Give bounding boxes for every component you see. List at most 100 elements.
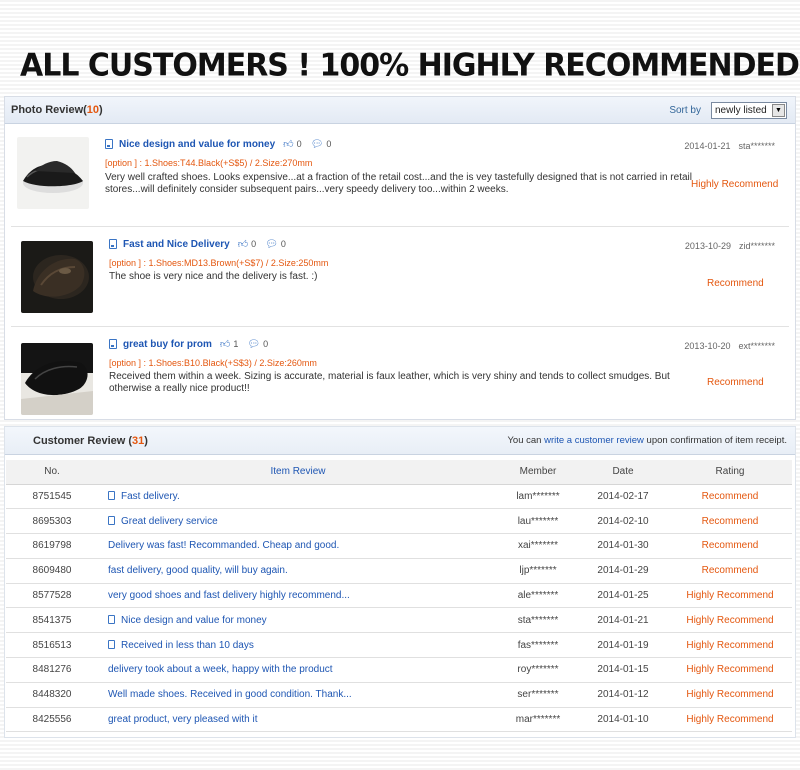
member-name: lam******* (498, 484, 578, 510)
comment-icon[interactable]: 💬︎ (311, 139, 324, 150)
review-photo[interactable] (21, 343, 93, 415)
review-date: 2014-02-10 (578, 508, 668, 535)
sort-select[interactable]: newly listed ▼ (711, 102, 787, 119)
item-review-link[interactable]: great product, very pleased with it (108, 714, 258, 725)
review-date: 2014-01-19 (578, 632, 668, 659)
member-name: sta******* (498, 607, 578, 634)
review-number: 8541375 (6, 607, 98, 634)
comment-icon[interactable]: 💬︎ (265, 239, 278, 250)
customer-review-table: No. Item Review Member Date Rating 87515… (6, 460, 792, 733)
review-book-icon (109, 239, 117, 249)
item-review-link[interactable]: fast delivery, good quality, will buy ag… (108, 565, 288, 576)
col-header-no: No. (6, 460, 98, 485)
table-row: 8577528 very good shoes and fast delivery… (6, 583, 792, 609)
item-review-link[interactable]: Delivery was fast! Recommanded. Cheap an… (108, 540, 339, 551)
col-header-date: Date (578, 460, 668, 485)
review-date: 2014-01-21 (578, 607, 668, 634)
item-review-link[interactable]: Received in less than 10 days (121, 640, 254, 651)
member-name: xai******* (498, 533, 578, 559)
review-title[interactable]: great buy for prom (123, 339, 212, 350)
review-text: Very well crafted shoes. Looks expensive… (105, 172, 692, 195)
comment-icon[interactable]: 💬︎ (247, 339, 260, 350)
table-row: 8425556 great product, very pleased with … (6, 707, 792, 733)
review-rating: Highly Recommend (668, 632, 792, 659)
review-date: 2014-01-29 (578, 558, 668, 584)
photo-review-item: Fast and Nice Delivery 👍︎ 0 💬︎ 0 [option… (5, 225, 795, 321)
review-date-member: 2014-01-21 sta******* (684, 141, 775, 151)
review-book-icon (108, 490, 115, 500)
item-review-link[interactable]: Fast delivery. (121, 491, 180, 502)
member-name: ljp******* (498, 558, 578, 584)
review-rating: Highly Recommend (668, 657, 792, 683)
member-name: lau******* (498, 508, 578, 535)
review-title[interactable]: Fast and Nice Delivery (123, 239, 230, 250)
comment-count: 0 (280, 239, 286, 249)
review-book-icon (108, 639, 115, 649)
review-rating: Recommend (668, 558, 792, 584)
review-option: [option ] : 1.Shoes:B10.Black(+S$3) / 2.… (109, 358, 317, 368)
item-review-link[interactable]: Well made shoes. Received in good condit… (108, 689, 352, 700)
review-number: 8481276 (6, 657, 98, 683)
review-number: 8695303 (6, 508, 98, 535)
table-row: 8609480 fast delivery, good quality, will… (6, 558, 792, 584)
table-row: 8541375 Nice design and value for money st… (6, 607, 792, 634)
promo-banner: ALL CUSTOMERS ! 100% HIGHLY RECOMMENDED (0, 40, 800, 92)
review-rating: Recommend (707, 377, 764, 388)
item-review-cell: Received in less than 10 days (98, 632, 498, 659)
photo-review-header: Photo Review(10) Sort by newly listed ▼ (5, 97, 795, 124)
review-number: 8425556 (6, 707, 98, 733)
thumbs-up-icon[interactable]: 👍︎ (220, 338, 230, 350)
photo-review-item: great buy for prom 👍︎ 1 💬︎ 0 [option ] :… (5, 325, 795, 421)
item-review-link[interactable]: delivery took about a week, happy with t… (108, 664, 333, 675)
table-row: 8695303 Great delivery service lau******* 2… (6, 508, 792, 535)
item-review-cell: great product, very pleased with it (98, 707, 498, 733)
item-review-cell: Delivery was fast! Recommanded. Cheap an… (98, 533, 498, 559)
like-count: 0 (296, 139, 302, 149)
sort-label: Sort by (669, 105, 701, 116)
review-photo[interactable] (21, 241, 93, 313)
write-review-link[interactable]: write a customer review (544, 435, 644, 446)
item-review-link[interactable]: Nice design and value for money (121, 615, 267, 626)
table-row: 8481276 delivery took about a week, happy… (6, 657, 792, 683)
member-name: roy******* (498, 657, 578, 683)
review-rating: Recommend (707, 278, 764, 289)
customer-review-count: 31 (132, 435, 145, 447)
write-review-note: You can write a customer review upon con… (507, 435, 787, 446)
member-name: mar******* (498, 707, 578, 733)
review-book-icon (109, 339, 117, 349)
review-date: 2014-01-30 (578, 533, 668, 559)
review-rating: Recommend (668, 533, 792, 559)
member-name: fas******* (498, 632, 578, 659)
sort-select-value: newly listed (715, 105, 767, 116)
customer-review-title: Customer Review (31) (33, 435, 148, 447)
review-photo[interactable] (17, 137, 89, 209)
review-date: 2014-02-17 (578, 484, 668, 510)
chevron-down-icon[interactable]: ▼ (772, 104, 785, 117)
col-header-rating: Rating (668, 460, 792, 485)
col-header-item-review: Item Review (98, 460, 498, 485)
item-review-link[interactable]: very good shoes and fast delivery highly… (108, 590, 350, 601)
photo-review-item: Nice design and value for money 👍︎ 0 💬︎ … (5, 125, 795, 221)
member-name: ale******* (498, 583, 578, 609)
review-rating: Highly Recommend (668, 707, 792, 733)
item-review-cell: fast delivery, good quality, will buy ag… (98, 558, 498, 584)
table-row: 8619798 Delivery was fast! Recommanded. C… (6, 533, 792, 559)
photo-review-panel: Photo Review(10) Sort by newly listed ▼ … (4, 96, 796, 420)
review-book-icon (108, 614, 115, 624)
review-book-icon (108, 515, 115, 525)
sort-control: Sort by newly listed ▼ (669, 102, 787, 119)
review-title[interactable]: Nice design and value for money (119, 139, 275, 150)
thumbs-up-icon[interactable]: 👍︎ (238, 238, 248, 250)
review-date-member: 2013-10-20 ext******* (684, 341, 775, 351)
like-count: 0 (251, 239, 257, 249)
comment-count: 0 (326, 139, 332, 149)
review-date: 2014-01-12 (578, 682, 668, 708)
item-review-link[interactable]: Great delivery service (121, 516, 218, 527)
review-rating: Highly Recommend (668, 682, 792, 708)
comment-count: 0 (263, 339, 269, 349)
review-date: 2014-01-25 (578, 583, 668, 609)
review-rating: Highly Recommend (668, 583, 792, 609)
member-name: ser******* (498, 682, 578, 708)
thumbs-up-icon[interactable]: 👍︎ (283, 138, 293, 150)
review-rating: Highly Recommend (691, 179, 779, 190)
